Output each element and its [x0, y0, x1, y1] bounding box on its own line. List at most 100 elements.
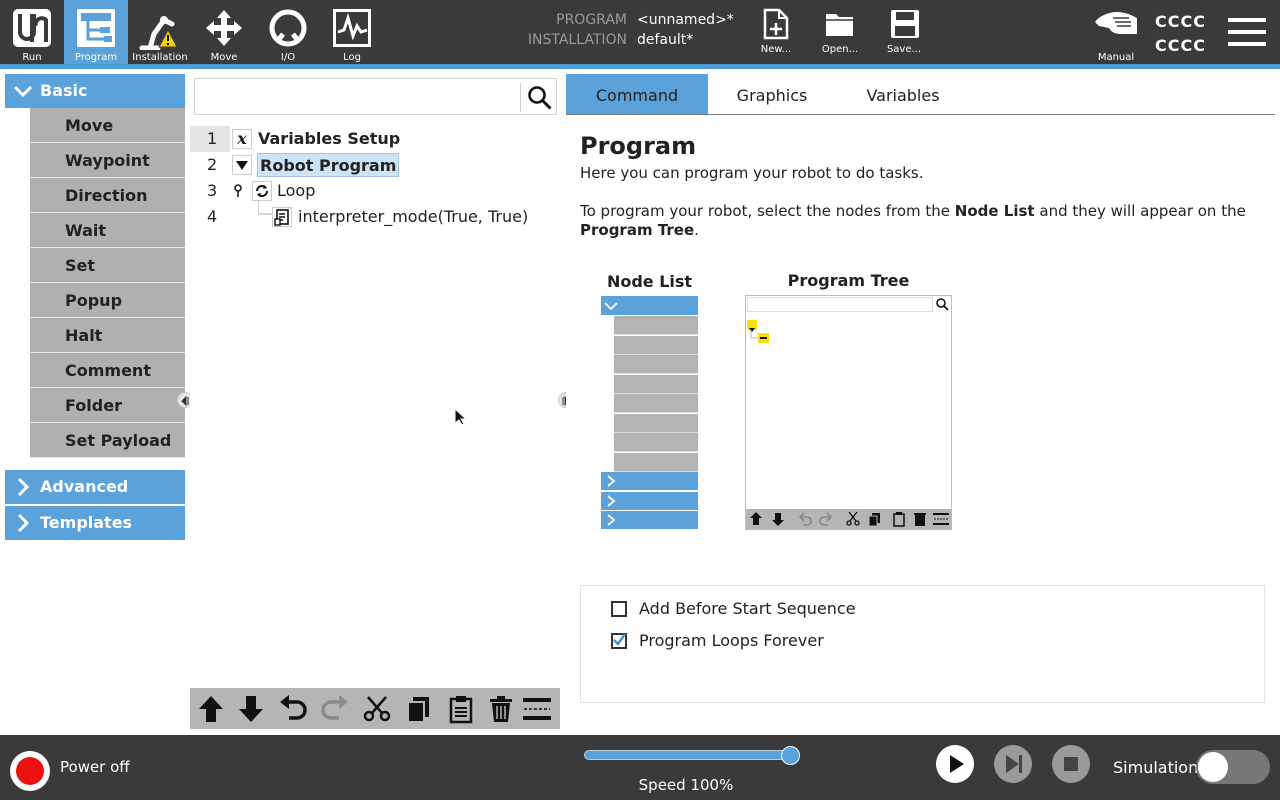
- node-list-illustration-item: [614, 355, 698, 374]
- nav-program-label: Program: [74, 52, 118, 63]
- section-advanced[interactable]: Advanced: [5, 470, 185, 504]
- nav-run[interactable]: Run: [0, 0, 64, 64]
- simulation-label: Simulation: [1113, 758, 1199, 777]
- cut-icon[interactable]: [362, 694, 392, 724]
- nav-program[interactable]: Program: [64, 0, 128, 64]
- section-basic[interactable]: Basic: [5, 74, 185, 108]
- program-tree-icon: [77, 9, 115, 47]
- nav-installation-label: Installation: [132, 52, 188, 63]
- script-icon: [272, 207, 292, 227]
- breakpoint-pin-icon[interactable]: [232, 184, 244, 198]
- redo-icon[interactable]: [320, 694, 350, 724]
- node-item[interactable]: Halt: [30, 318, 185, 353]
- move-down-icon[interactable]: [236, 694, 266, 724]
- loops-forever-checkbox[interactable]: [611, 633, 627, 649]
- node-item[interactable]: Set Payload: [30, 423, 185, 458]
- mouse-cursor-icon: [454, 408, 466, 426]
- tab-underline: [566, 114, 1275, 115]
- power-button[interactable]: [10, 751, 50, 791]
- nav-io[interactable]: I/O: [256, 0, 320, 64]
- node-list-illustration-item: [614, 413, 698, 433]
- delete-trash-icon[interactable]: [486, 694, 516, 724]
- node-item[interactable]: Comment: [30, 353, 185, 388]
- node-item[interactable]: Move: [30, 108, 185, 143]
- main-menu-button[interactable]: [1228, 16, 1266, 48]
- user-line-1: CCCC: [1155, 12, 1206, 31]
- node-item[interactable]: Popup: [30, 283, 185, 318]
- program-tree-panel: 1 x Variables Setup 2 Robot Program 3 Lo…: [190, 74, 560, 729]
- step-button[interactable]: [994, 745, 1032, 783]
- save-disk-icon: [891, 10, 919, 38]
- tab-graphics[interactable]: Graphics: [708, 74, 836, 114]
- tree-search-input[interactable]: [197, 81, 519, 112]
- instr-node-list: Node List: [954, 202, 1035, 220]
- top-bar-accent: [0, 64, 1280, 69]
- move-up-icon[interactable]: [196, 694, 226, 724]
- add-before-start-checkbox[interactable]: [611, 601, 627, 617]
- tree-row-interpreter-mode[interactable]: 4 interpreter_mode(True, True): [190, 200, 560, 230]
- node-item[interactable]: Wait: [30, 213, 185, 248]
- search-icon: [936, 298, 949, 311]
- tree-row-loop[interactable]: 3 Loop: [190, 178, 560, 204]
- node-list-illustration-section: [601, 511, 698, 529]
- undo-icon[interactable]: [278, 694, 308, 724]
- node-item[interactable]: Folder: [30, 388, 185, 423]
- play-icon: [950, 755, 964, 773]
- search-icon[interactable]: [527, 85, 553, 111]
- program-key: PROGRAM: [556, 12, 627, 28]
- paste-icon[interactable]: [446, 694, 476, 724]
- node-list-illustration-item: [614, 316, 698, 335]
- tree-row-robot-program[interactable]: 2 Robot Program: [190, 152, 560, 178]
- tree-row-variables-setup[interactable]: 1 x Variables Setup: [190, 126, 560, 152]
- robot-arm-warning-icon: [139, 16, 178, 50]
- speed-slider-track[interactable]: [584, 750, 790, 760]
- speed-slider-knob[interactable]: [781, 746, 800, 765]
- copy-icon[interactable]: [404, 694, 434, 724]
- chevron-right-icon: [607, 514, 616, 526]
- node-item[interactable]: Waypoint: [30, 143, 185, 178]
- tree-row-label: Variables Setup: [258, 129, 401, 148]
- loops-forever-label: Program Loops Forever: [639, 631, 824, 650]
- power-status-icon: [16, 757, 44, 785]
- nav-log-label: Log: [343, 52, 361, 63]
- collapse-triangle-icon[interactable]: [232, 155, 252, 175]
- save-label: Save...: [886, 44, 922, 55]
- instr-pre: To program your robot, select the nodes …: [580, 202, 951, 220]
- nav-move[interactable]: Move: [192, 0, 256, 64]
- command-panel: Command Graphics Variables Program Here …: [566, 74, 1275, 729]
- search-divider: [520, 83, 521, 112]
- node-list-illustration-item: [614, 452, 698, 472]
- nav-log[interactable]: Log: [320, 0, 384, 64]
- tab-variables[interactable]: Variables: [836, 74, 970, 114]
- new-label: New...: [760, 44, 792, 55]
- play-button[interactable]: [936, 745, 974, 783]
- instr-end: .: [694, 221, 699, 239]
- tree-toolbar: [190, 688, 560, 729]
- tab-command[interactable]: Command: [566, 74, 708, 114]
- user-line-2: CCCC: [1155, 36, 1206, 55]
- section-advanced-label: Advanced: [40, 477, 129, 496]
- step-icon: [1006, 755, 1022, 773]
- footer-bar: Power off Speed 100% Simulation: [0, 735, 1280, 800]
- top-bar: Run Program Installation Move I/O Log PR…: [0, 0, 1280, 64]
- nav-installation[interactable]: Installation: [128, 0, 192, 64]
- section-templates[interactable]: Templates: [5, 506, 185, 540]
- simulation-toggle[interactable]: [1196, 750, 1270, 784]
- node-item[interactable]: Set: [30, 248, 185, 283]
- instr-mid: and they will appear on the: [1039, 202, 1246, 220]
- node-list-illustration-item: [614, 335, 698, 355]
- save-button[interactable]: Save...: [876, 6, 932, 60]
- node-list-illustration-item: [614, 433, 698, 452]
- program-tree-illustration: [745, 295, 952, 530]
- intro-text: Here you can program your robot to do ta…: [580, 164, 924, 182]
- section-basic-label: Basic: [40, 81, 88, 100]
- open-button[interactable]: Open...: [812, 6, 868, 60]
- node-item[interactable]: Direction: [30, 178, 185, 213]
- stop-button[interactable]: [1052, 745, 1090, 783]
- hand-icon: [1095, 12, 1137, 34]
- new-button[interactable]: New...: [748, 6, 804, 60]
- new-file-icon: [763, 8, 789, 40]
- manual-mode-button[interactable]: Manual: [1088, 6, 1144, 63]
- node-list-illustration-head: [601, 296, 698, 315]
- suppress-icon[interactable]: [522, 694, 552, 724]
